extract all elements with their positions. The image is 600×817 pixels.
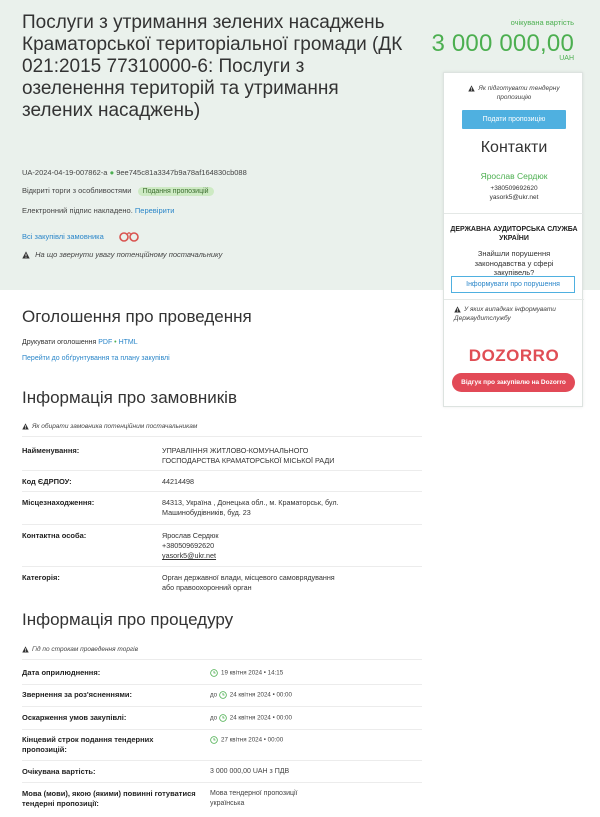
contact-phone: +380509692620 bbox=[490, 185, 538, 192]
dozorro-feedback-button[interactable]: Відгук про закупівлю на Dozorro bbox=[452, 373, 575, 392]
status-dot-icon: ● bbox=[109, 168, 115, 177]
tender-title: Послуги з утримання зелених насаджень Кр… bbox=[22, 12, 403, 121]
signature-text: Електронний підпис накладено. bbox=[22, 206, 133, 215]
print-html-link[interactable]: HTML bbox=[119, 339, 138, 346]
contact-email: yasork5@ukr.net bbox=[489, 194, 539, 201]
audit-cases-link: У яких випадках інформувати Держаудитслу… bbox=[454, 306, 556, 322]
customer-hint-line[interactable]: Як обирати замовника потенційним постача… bbox=[22, 423, 197, 430]
deadline-date: 27 квітня 2024 • 00:00 bbox=[221, 736, 284, 744]
warning-icon bbox=[22, 646, 29, 653]
procedure-type-line: Відкриті торги з особливостями Подання п… bbox=[22, 186, 214, 196]
divider bbox=[22, 491, 422, 492]
contacts-heading: Контакти bbox=[480, 139, 548, 156]
appeal-label: Оскарження умов закупівлі: bbox=[22, 713, 127, 722]
print-pdf-link[interactable]: PDF bbox=[98, 339, 112, 346]
expected-value-label: очікувана вартість bbox=[510, 18, 574, 27]
divider bbox=[444, 213, 584, 214]
attention-line[interactable]: На що звернути увагу потенційному постач… bbox=[22, 250, 222, 259]
appeal-date: 24 квітня 2024 • 00:00 bbox=[229, 714, 292, 722]
edrpou-value: 44214498 bbox=[162, 477, 194, 486]
sidebar-card: Як підготувати тендерну пропозицію Подат… bbox=[443, 72, 584, 407]
clock-icon bbox=[210, 736, 218, 744]
prepare-proposal-line[interactable]: Як підготувати тендерну пропозицію bbox=[444, 85, 584, 102]
customer-name-value: УПРАВЛІННЯ ЖИТЛОВО-КОМУНАЛЬНОГО ГОСПОДАР… bbox=[162, 446, 335, 465]
warning-icon bbox=[454, 306, 461, 313]
divider bbox=[22, 566, 422, 567]
submit-proposal-button[interactable]: Подати пропозицію bbox=[462, 110, 566, 129]
deadline-label: Кінцевий строк подання тендерних пропози… bbox=[22, 735, 154, 754]
divider bbox=[22, 436, 422, 437]
clock-icon bbox=[219, 714, 227, 722]
tender-id: UA-2024-04-19-007862-a bbox=[22, 168, 108, 177]
divider bbox=[22, 706, 422, 707]
procedure-hint-line[interactable]: Гід по строкам проведення торгів bbox=[22, 646, 138, 653]
contact-person-phone: +380509692620 bbox=[162, 541, 215, 550]
handcuffs-icon bbox=[119, 232, 139, 242]
expected-value-row-value: 3 000 000,00 UAH з ПДВ bbox=[210, 768, 290, 775]
expected-value-row-label: Очікувана вартість: bbox=[22, 767, 96, 776]
publish-date: 19 квітня 2024 • 14:15 bbox=[221, 669, 284, 677]
report-violation-button[interactable]: Інформувати про порушення bbox=[451, 276, 575, 293]
divider bbox=[22, 684, 422, 685]
until-prefix: до bbox=[210, 714, 218, 722]
customer-hint: Як обирати замовника потенційним постача… bbox=[32, 423, 198, 431]
contact-person-value: Ярослав Сердюк bbox=[162, 531, 219, 540]
procedure-hint: Гід по строкам проведення торгів bbox=[32, 646, 138, 654]
divider bbox=[22, 729, 422, 730]
procedure-type: Відкриті торги з особливостями bbox=[22, 186, 132, 195]
contact-name: Ярослав Сердюк bbox=[480, 171, 548, 181]
clock-icon bbox=[210, 669, 218, 677]
warning-icon bbox=[22, 423, 29, 430]
clock-icon bbox=[219, 691, 227, 699]
all-purchases-link[interactable]: Всі закупівлі замовника bbox=[22, 232, 104, 241]
contact-person-email[interactable]: yasork5@ukr.net bbox=[162, 551, 362, 561]
warning-icon bbox=[22, 251, 30, 259]
until-prefix: до bbox=[210, 691, 218, 699]
clarifications-date: 24 квітня 2024 • 00:00 bbox=[229, 691, 292, 699]
print-label: Друкувати оголошення bbox=[22, 339, 97, 346]
clarifications-label: Звернення за роз'ясненнями: bbox=[22, 690, 132, 699]
procedure-heading: Інформація про процедуру bbox=[22, 610, 234, 629]
customer-heading: Інформація про замовників bbox=[22, 388, 237, 407]
publish-date-label: Дата оприлюднення: bbox=[22, 668, 101, 677]
plan-link[interactable]: Перейти до обґрунтування та плану закупі… bbox=[22, 355, 170, 362]
divider bbox=[22, 470, 422, 471]
location-value: 84313, Україна , Донецька обл., м. Крама… bbox=[162, 498, 339, 517]
category-value: Орган державної влади, місцевого самовря… bbox=[162, 573, 335, 592]
tender-id-line: UA-2024-04-19-007862-a ● 9ee745c81a3347b… bbox=[22, 168, 247, 177]
warning-icon bbox=[468, 85, 476, 92]
publish-date-value: 19 квітня 2024 • 14:15 bbox=[210, 669, 283, 677]
divider bbox=[22, 760, 422, 761]
expected-value-currency: UAH bbox=[559, 55, 574, 62]
status-badge: Подання пропозицій bbox=[137, 187, 214, 196]
signature-line: Електронний підпис накладено. Перевірити bbox=[22, 206, 174, 215]
separator-dot: • bbox=[114, 339, 117, 346]
dozorro-logo: DOZORRO bbox=[468, 346, 560, 365]
tender-hash: 9ee745c81a3347b9a78af164830cb088 bbox=[116, 168, 247, 177]
language-label: Мова (мови), якою (якими) повинні готува… bbox=[22, 789, 196, 808]
divider bbox=[22, 782, 422, 783]
appeal-value: до 24 квітня 2024 • 00:00 bbox=[210, 714, 292, 722]
deadline-value: 27 квітня 2024 • 00:00 bbox=[210, 736, 283, 744]
divider bbox=[444, 299, 584, 300]
all-purchases-line: Всі закупівлі замовника bbox=[22, 232, 104, 241]
audit-service-heading: ДЕРЖАВНА АУДИТОРСЬКА СЛУЖБА УКРАЇНИ bbox=[450, 226, 578, 242]
expected-value-amount: 3 000 000,00 bbox=[431, 30, 574, 57]
verify-signature-link[interactable]: Перевірити bbox=[135, 206, 175, 215]
print-announcement-line: Друкувати оголошення PDF • HTML bbox=[22, 339, 138, 346]
announcement-heading: Оголошення про проведення bbox=[22, 307, 252, 326]
divider bbox=[22, 659, 422, 660]
prepare-proposal-link: Як підготувати тендерну пропозицію bbox=[478, 85, 560, 101]
divider bbox=[22, 524, 422, 525]
attention-text: На що звернути увагу потенційному постач… bbox=[35, 250, 223, 259]
clarifications-value: до 24 квітня 2024 • 00:00 bbox=[210, 691, 292, 699]
language-value: Мова тендерної пропозиції українська bbox=[210, 790, 298, 807]
audit-question: Знайшли порушення законодавства у сфері … bbox=[474, 249, 554, 277]
audit-cases-line[interactable]: У яких випадках інформувати Держаудитслу… bbox=[454, 305, 576, 323]
